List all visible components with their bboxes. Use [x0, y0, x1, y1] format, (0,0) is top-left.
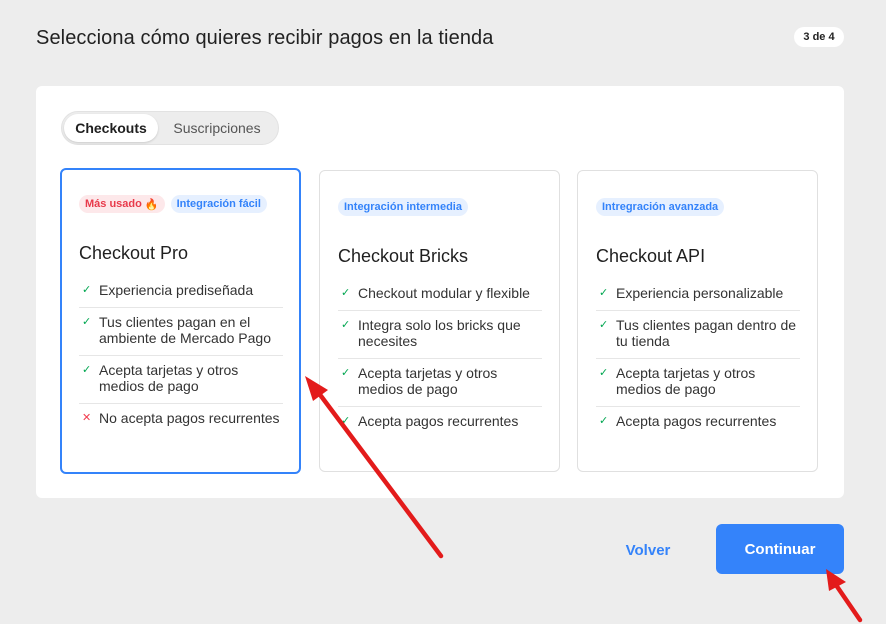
- cross-icon: ✕: [82, 412, 92, 424]
- card-title: Checkout API: [596, 246, 706, 266]
- feature-text: Acepta tarjetas y otros medios de pago: [616, 365, 756, 397]
- step-indicator-badge: 3 de 4: [794, 27, 844, 47]
- check-icon: ✓: [599, 415, 609, 427]
- check-icon: ✓: [341, 287, 351, 299]
- tab-suscripciones[interactable]: Suscripciones: [158, 114, 276, 142]
- tag-most-used: Más usado 🔥: [79, 195, 165, 213]
- product-type-toggle: Checkouts Suscripciones: [61, 111, 279, 145]
- tag-integration-level: Integración intermedia: [338, 198, 468, 216]
- feature-text: Tus clientes pagan dentro de tu tienda: [616, 317, 797, 349]
- tag-integration-level: Intregración avanzada: [596, 198, 725, 216]
- feature-item: ✓ Experiencia personalizable: [596, 279, 800, 311]
- check-icon: ✓: [82, 316, 92, 328]
- feature-text: Experiencia personalizable: [616, 285, 784, 301]
- feature-text: No acepta pagos recurrentes: [99, 410, 280, 426]
- feature-list: ✓ Experiencia prediseñada ✓ Tus clientes…: [79, 276, 283, 435]
- feature-item: ✓ Acepta tarjetas y otros medios de pago: [338, 359, 542, 407]
- card-checkout-bricks[interactable]: Integración intermedia Checkout Bricks ✓…: [319, 170, 560, 472]
- feature-item: ✓ Experiencia prediseñada: [79, 276, 283, 308]
- feature-item: ✓ Tus clientes pagan en el ambiente de M…: [79, 308, 283, 356]
- feature-text: Acepta pagos recurrentes: [616, 413, 777, 429]
- feature-list: ✓ Experiencia personalizable ✓ Tus clien…: [596, 279, 800, 438]
- check-icon: ✓: [599, 319, 609, 331]
- card-checkout-api[interactable]: Intregración avanzada Checkout API ✓ Exp…: [577, 170, 818, 472]
- feature-text: Integra solo los bricks que necesites: [358, 317, 521, 349]
- feature-text: Experiencia prediseñada: [99, 282, 254, 298]
- tag-integration-level: Integración fácil: [170, 195, 267, 213]
- check-icon: ✓: [341, 415, 351, 427]
- feature-item: ✓ Acepta pagos recurrentes: [338, 407, 542, 438]
- check-icon: ✓: [82, 284, 92, 296]
- card-tags: Integración intermedia: [338, 198, 468, 216]
- page-title: Selecciona cómo quieres recibir pagos en…: [36, 27, 494, 49]
- check-icon: ✓: [599, 367, 609, 379]
- card-tags: Más usado 🔥 Integración fácil: [79, 195, 267, 213]
- feature-item: ✓ Tus clientes pagan dentro de tu tienda: [596, 311, 800, 359]
- check-icon: ✓: [341, 319, 351, 331]
- arrow-to-continue-button: [826, 569, 863, 623]
- feature-item: ✓ Acepta tarjetas y otros medios de pago: [79, 356, 283, 404]
- feature-item: ✓ Integra solo los bricks que necesites: [338, 311, 542, 359]
- checkout-options-panel: Checkouts Suscripciones Más usado 🔥 Inte…: [36, 86, 844, 498]
- card-checkout-pro[interactable]: Más usado 🔥 Integración fácil Checkout P…: [60, 168, 301, 474]
- feature-text: Acepta tarjetas y otros medios de pago: [99, 362, 239, 394]
- continue-button[interactable]: Continuar: [716, 524, 844, 574]
- feature-text: Tus clientes pagan en el ambiente de Mer…: [99, 314, 271, 346]
- check-icon: ✓: [599, 287, 609, 299]
- feature-list: ✓ Checkout modular y flexible ✓ Integra …: [338, 279, 542, 438]
- feature-item: ✕ No acepta pagos recurrentes: [79, 404, 283, 435]
- feature-item: ✓ Acepta pagos recurrentes: [596, 407, 800, 438]
- card-title: Checkout Bricks: [338, 246, 469, 266]
- feature-item: ✓ Checkout modular y flexible: [338, 279, 542, 311]
- card-tags: Intregración avanzada: [596, 198, 725, 216]
- check-icon: ✓: [82, 364, 92, 376]
- check-icon: ✓: [341, 367, 351, 379]
- feature-text: Acepta tarjetas y otros medios de pago: [358, 365, 498, 397]
- tab-checkouts[interactable]: Checkouts: [64, 114, 158, 142]
- tag-label: Más usado: [85, 198, 142, 210]
- card-title: Checkout Pro: [79, 243, 189, 263]
- feature-text: Checkout modular y flexible: [358, 285, 530, 301]
- feature-item: ✓ Acepta tarjetas y otros medios de pago: [596, 359, 800, 407]
- flame-icon: 🔥: [144, 198, 159, 211]
- back-link[interactable]: Volver: [608, 538, 688, 562]
- feature-text: Acepta pagos recurrentes: [358, 413, 519, 429]
